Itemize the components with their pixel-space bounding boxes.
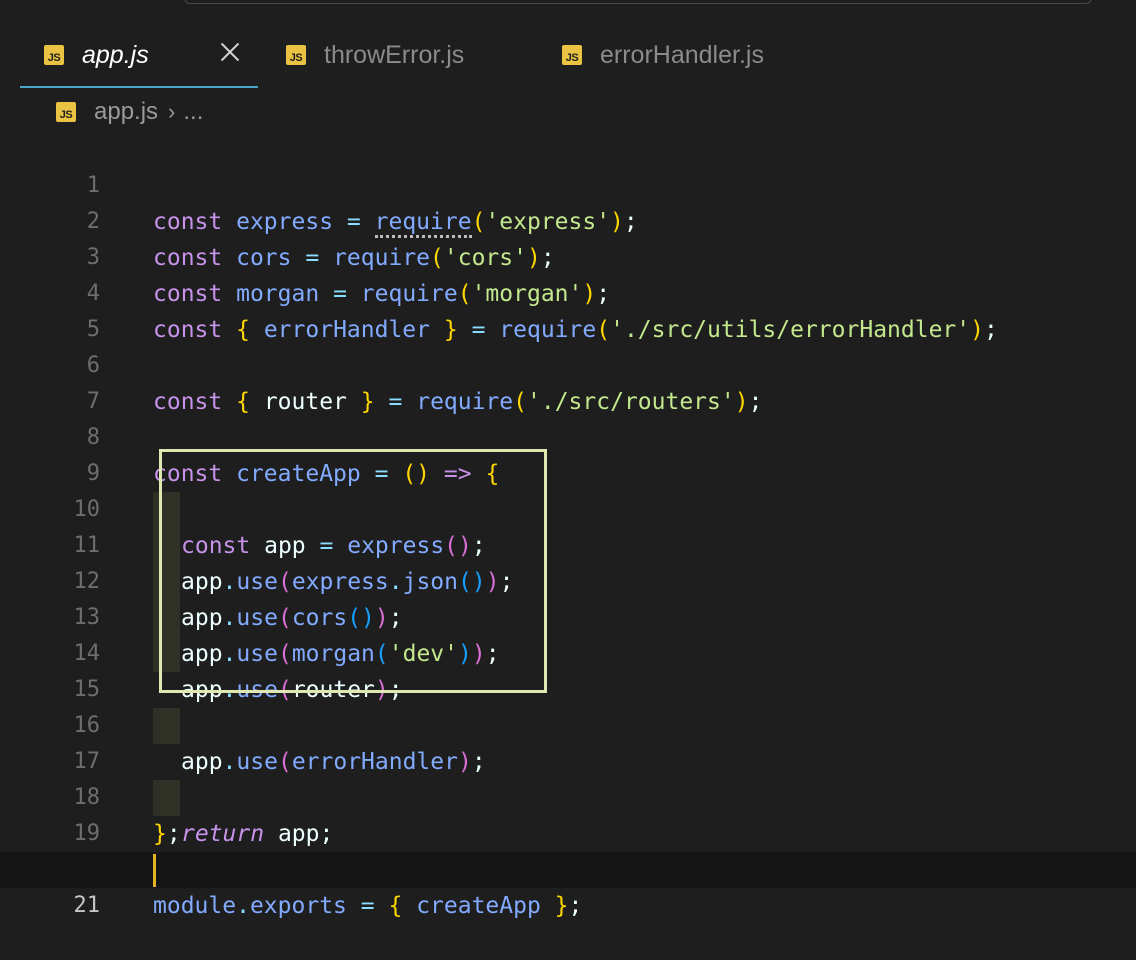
code-line[interactable]: 1 const express = require('express'); (0, 132, 1136, 238)
code-line[interactable]: 17 return app; (0, 708, 1136, 847)
tab-label: throwError.js (324, 40, 465, 69)
code-line[interactable]: 16 (0, 672, 1136, 738)
code-line[interactable]: 15 app.use(errorHandler); (0, 636, 1136, 775)
js-file-icon: JS (56, 102, 76, 122)
code-line[interactable]: 14 (0, 600, 1136, 666)
code-line[interactable]: 5 (0, 276, 1136, 342)
code-line[interactable]: 9 const app = express(); (0, 420, 1136, 559)
code-line[interactable]: 12 app.use(morgan('dev')); (0, 528, 1136, 667)
code-line[interactable]: 11 app.use(cors()); (0, 492, 1136, 631)
code-text: module.exports = { createApp }; (153, 893, 583, 919)
command-center-input[interactable] (184, 0, 1092, 4)
tab-app-js[interactable]: JS app.js (20, 22, 258, 88)
code-line[interactable]: 10 app.use(express.json()); (0, 456, 1136, 595)
code-editor[interactable]: 1 const express = require('express'); 2 … (0, 132, 1136, 919)
code-line[interactable]: 7 (0, 348, 1136, 414)
breadcrumb-symbols[interactable]: ... (183, 98, 203, 126)
top-strip (0, 0, 1136, 22)
breadcrumb: JS app.js › ... (56, 96, 203, 128)
js-file-icon: JS (286, 45, 306, 65)
chevron-right-icon: › (168, 99, 176, 124)
code-line[interactable]: 3 const morgan = require('morgan'); (0, 204, 1136, 307)
code-line[interactable]: 2 const cors = require('cors'); (0, 168, 1136, 271)
tab-throwerror-js[interactable]: JS throwError.js (286, 22, 526, 88)
js-file-icon: JS (44, 45, 64, 65)
code-line[interactable]: 8 const createApp = () => { (0, 384, 1136, 487)
line-number: 21 (73, 893, 101, 918)
code-line[interactable]: 4 const { errorHandler } = require('./sr… (0, 240, 1136, 343)
js-file-icon: JS (562, 45, 582, 65)
tab-label: app.js (82, 40, 149, 69)
code-line[interactable]: 19 (0, 780, 1136, 846)
close-icon[interactable] (220, 42, 240, 62)
code-line[interactable]: 13 app.use(router); (0, 564, 1136, 703)
code-line[interactable]: 6 const { router } = require('./src/rout… (0, 312, 1136, 415)
code-line[interactable]: 18 }; (0, 744, 1136, 847)
text-cursor (153, 854, 156, 887)
code-line[interactable]: 20 module.exports = { createApp }; (0, 816, 1136, 919)
tab-errorhandler-js[interactable]: JS errorHandler.js (562, 22, 822, 88)
code-line-current[interactable]: 21 (0, 852, 1136, 918)
tab-label: errorHandler.js (600, 40, 764, 69)
editor-tab-bar: JS app.js JS throwError.js JS errorHandl… (0, 22, 1136, 88)
breadcrumb-file[interactable]: app.js (94, 98, 158, 126)
